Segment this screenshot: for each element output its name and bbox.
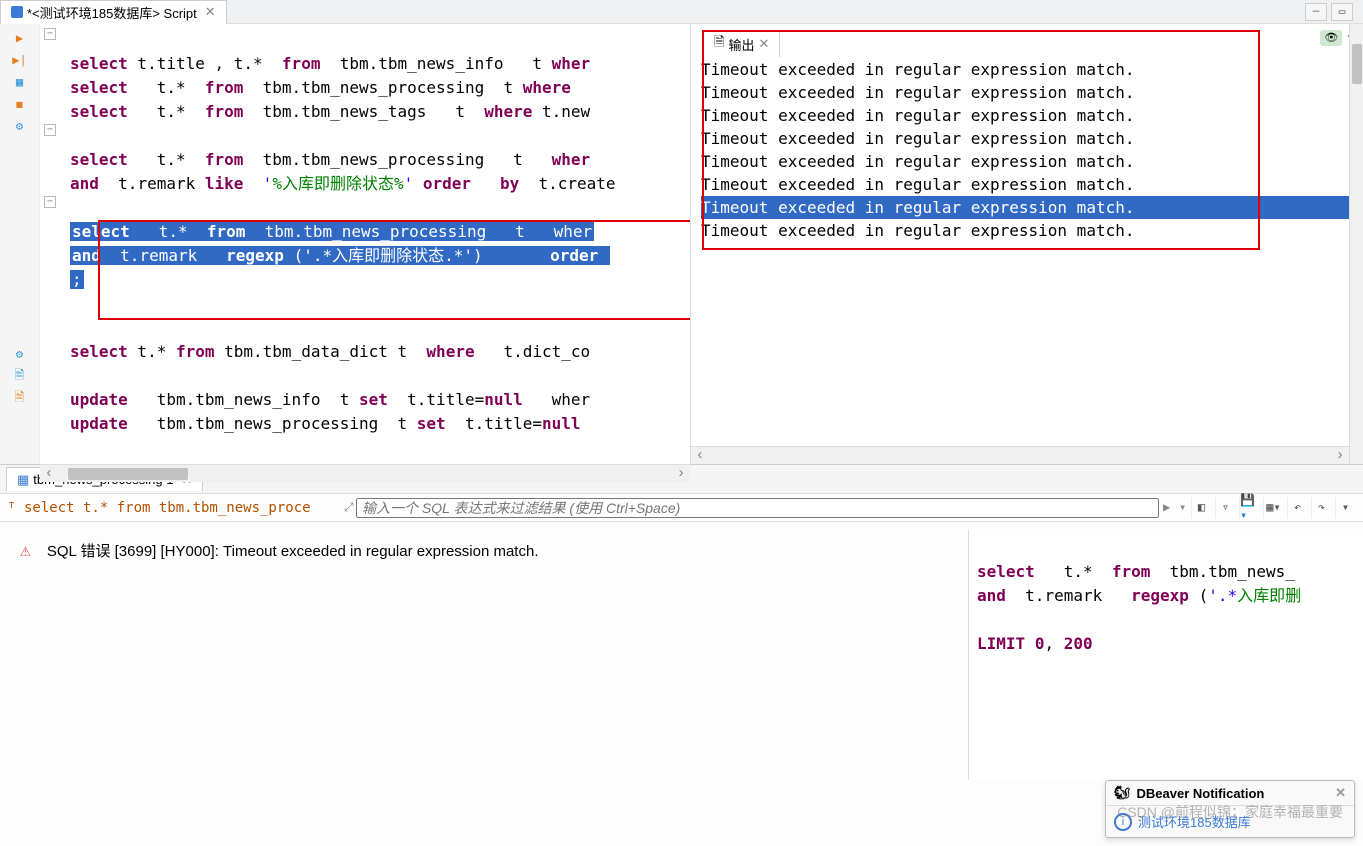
export-icon[interactable]: 🗎: [12, 390, 28, 406]
scroll-thumb[interactable]: [1352, 44, 1362, 84]
output-line[interactable]: Timeout exceeded in regular expression m…: [701, 196, 1353, 219]
table-icon: ▦: [17, 472, 29, 488]
run-icon[interactable]: ▶: [12, 30, 28, 46]
script-icon[interactable]: ▦: [12, 74, 28, 90]
output-tab-label: 输出: [728, 35, 754, 54]
output-pane: 🗎 输出 ✕ 👁 ▾ Timeout exceeded in regular e…: [690, 24, 1363, 464]
close-icon[interactable]: ✕: [205, 4, 216, 20]
run-step-icon[interactable]: ▶|: [12, 52, 28, 68]
settings-icon[interactable]: ⚙: [12, 346, 28, 362]
explain-icon[interactable]: ⚙: [12, 118, 28, 134]
output-line[interactable]: Timeout exceeded in regular expression m…: [701, 173, 1353, 196]
filter-row: ᵀ select t.* from tbm.tbm_news_proce ⤢ ▶…: [0, 494, 1363, 522]
error-message: SQL 错误 [3699] [HY000]: Timeout exceeded …: [47, 540, 539, 561]
undo-icon[interactable]: ↶: [1287, 498, 1307, 518]
more-icon[interactable]: ▾: [1335, 498, 1355, 518]
expand-icon[interactable]: ⤢: [340, 501, 356, 515]
output-line[interactable]: Timeout exceeded in regular expression m…: [701, 104, 1353, 127]
history-icon[interactable]: ▾: [1175, 500, 1191, 515]
minimize-button[interactable]: —: [1305, 3, 1327, 21]
notification-title: DBeaver Notification: [1137, 786, 1265, 801]
top-right-buttons: — ▭: [1305, 3, 1363, 21]
close-icon[interactable]: ✕: [1335, 785, 1346, 801]
filter-toolbar: ◧ ▿ 💾▾ ▦▾ ↶ ↷ ▾: [1191, 498, 1359, 518]
scroll-right-icon[interactable]: ›: [1331, 447, 1349, 464]
sql-preview-pane: select t.* from tbm.tbm_news_ and t.rema…: [968, 530, 1363, 780]
panel-icon[interactable]: ◧: [1191, 498, 1211, 518]
scroll-right-icon[interactable]: ›: [672, 465, 690, 482]
fold-icon[interactable]: −: [44, 124, 56, 136]
output-line[interactable]: Timeout exceeded in regular expression m…: [701, 150, 1353, 173]
output-log[interactable]: Timeout exceeded in regular expression m…: [691, 24, 1363, 242]
output-line[interactable]: Timeout exceeded in regular expression m…: [701, 219, 1353, 242]
scroll-left-icon[interactable]: ‹: [691, 447, 709, 464]
fold-icon[interactable]: −: [44, 28, 56, 40]
save-icon[interactable]: 💾▾: [1239, 498, 1259, 518]
watermark: CSDN @前程似锦；家庭幸福最重要: [1117, 802, 1343, 822]
editor-h-scrollbar[interactable]: ‹ ›: [40, 464, 690, 482]
vertical-scrollbar[interactable]: [1349, 24, 1363, 464]
eye-icon[interactable]: 👁: [1320, 30, 1342, 46]
dbeaver-icon: 🐿: [1114, 785, 1131, 801]
stop-icon[interactable]: ◼: [12, 96, 28, 112]
top-tab-bar: *<测试环境185数据库> Script ✕ — ▭: [0, 0, 1363, 24]
selected-sql-block[interactable]: select t.* from tbm.tbm_news_processing …: [70, 222, 594, 241]
filter-input[interactable]: [356, 498, 1159, 518]
editor-gutter: ▶ ▶| ▦ ◼ ⚙ ⚙ 🗎 🗎: [0, 24, 40, 464]
close-icon[interactable]: ✕: [758, 36, 769, 52]
play-icon[interactable]: ▶: [1159, 500, 1175, 515]
output-tab[interactable]: 🗎 输出 ✕: [703, 30, 780, 57]
sql-file-icon: [11, 6, 23, 18]
page-icon[interactable]: 🗎: [12, 368, 28, 384]
output-line[interactable]: Timeout exceeded in regular expression m…: [701, 127, 1353, 150]
output-line[interactable]: Timeout exceeded in regular expression m…: [701, 81, 1353, 104]
funnel-icon[interactable]: ▿: [1215, 498, 1235, 518]
grid-icon[interactable]: ▦▾: [1263, 498, 1283, 518]
filter-sql-prefix: select t.* from tbm.tbm_news_proce: [20, 500, 340, 516]
script-tab-title: *<测试环境185数据库> Script: [27, 3, 197, 22]
editor-pane: −select t.title , t.* from tbm.tbm_news_…: [40, 24, 690, 464]
redo-icon[interactable]: ↷: [1311, 498, 1331, 518]
maximize-button[interactable]: ▭: [1331, 3, 1353, 21]
output-h-scrollbar[interactable]: ‹ ›: [691, 446, 1349, 464]
sql-editor[interactable]: −select t.title , t.* from tbm.tbm_news_…: [40, 24, 690, 464]
scroll-left-icon[interactable]: ‹: [40, 465, 58, 482]
output-tab-icon: 🗎: [714, 33, 724, 55]
warning-icon: ⚠: [20, 540, 31, 562]
scroll-thumb[interactable]: [68, 468, 188, 480]
script-tab[interactable]: *<测试环境185数据库> Script ✕: [0, 0, 227, 24]
output-line[interactable]: Timeout exceeded in regular expression m…: [701, 58, 1353, 81]
main-split: ▶ ▶| ▦ ◼ ⚙ ⚙ 🗎 🗎 −select t.title , t.* f…: [0, 24, 1363, 464]
fold-icon[interactable]: −: [44, 196, 56, 208]
sql-prefix-icon: ᵀ: [4, 501, 20, 515]
